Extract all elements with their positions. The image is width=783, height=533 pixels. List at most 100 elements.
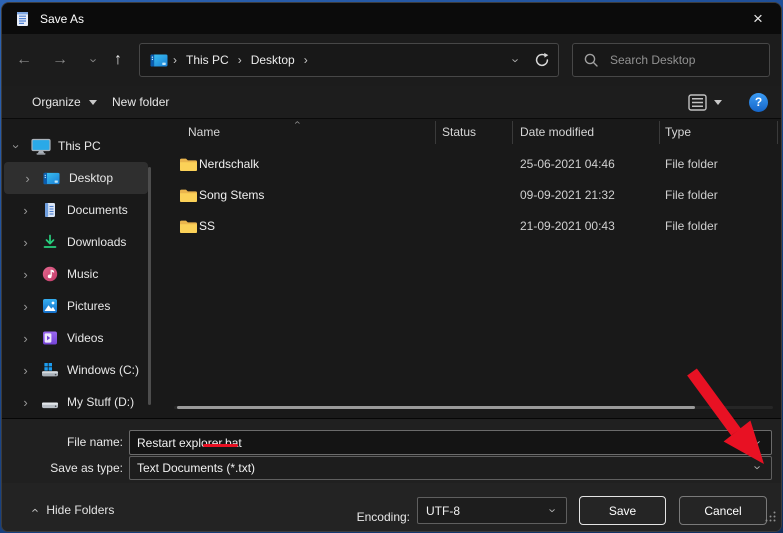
sidebar-item-music[interactable]: › Music bbox=[2, 258, 148, 290]
sidebar-item-label: Desktop bbox=[69, 171, 114, 185]
desktop-background: Save As × ← → › ↑ › This PC › Desktop › bbox=[0, 0, 783, 533]
sidebar-item-downloads[interactable]: › Downloads bbox=[2, 226, 148, 258]
chevron-collapsed-icon[interactable]: › bbox=[19, 331, 32, 346]
chevron-collapsed-icon[interactable]: › bbox=[19, 235, 32, 250]
resize-grip[interactable] bbox=[765, 509, 776, 527]
chevron-down-icon[interactable]: › bbox=[745, 461, 771, 475]
file-row-ss[interactable]: SS 21-09-2021 00:43 File folder bbox=[172, 211, 773, 242]
file-type: File folder bbox=[665, 157, 718, 171]
column-header-status[interactable]: Status bbox=[442, 125, 476, 139]
address-dropdown-icon[interactable]: › bbox=[508, 58, 523, 62]
close-button[interactable]: × bbox=[735, 3, 781, 34]
chevron-down-icon: › bbox=[545, 507, 561, 513]
column-header-type[interactable]: Type bbox=[665, 125, 691, 139]
drive-icon bbox=[39, 394, 60, 410]
file-row-song-stems[interactable]: Song Stems 09-09-2021 21:32 File folder bbox=[172, 180, 773, 211]
sidebar-item-this-pc[interactable]: › This PC bbox=[2, 130, 148, 162]
this-pc-icon bbox=[30, 138, 51, 155]
column-header-name[interactable]: Name bbox=[188, 125, 220, 139]
file-name: SS bbox=[199, 219, 216, 233]
title-bar: Save As × bbox=[2, 3, 781, 34]
organize-button[interactable]: Organize bbox=[32, 86, 97, 118]
chevron-down-icon bbox=[88, 99, 97, 105]
save-as-dialog: Save As × ← → › ↑ › This PC › Desktop › bbox=[1, 2, 782, 532]
sidebar-item-label: My Stuff (D:) bbox=[67, 395, 135, 409]
column-divider[interactable] bbox=[512, 121, 513, 144]
chevron-collapsed-icon[interactable]: › bbox=[19, 395, 32, 410]
sidebar-item-desktop[interactable]: › Desktop bbox=[4, 162, 148, 194]
documents-icon bbox=[39, 202, 60, 218]
videos-icon bbox=[39, 330, 60, 346]
search-input[interactable] bbox=[608, 52, 767, 68]
address-bar[interactable]: › This PC › Desktop › › bbox=[139, 43, 559, 77]
column-header-date-modified[interactable]: Date modified bbox=[520, 125, 594, 139]
save-as-type-value: Text Documents (*.txt) bbox=[137, 461, 256, 475]
refresh-icon[interactable] bbox=[534, 52, 550, 68]
folder-icon bbox=[179, 157, 198, 175]
back-button[interactable]: ← bbox=[10, 45, 38, 75]
notepad-icon bbox=[15, 11, 30, 27]
file-row-nerdschalk[interactable]: Nerdschalk 25-06-2021 04:46 File folder bbox=[172, 149, 773, 180]
chevron-collapsed-icon[interactable]: › bbox=[19, 203, 32, 218]
sidebar-scrollbar[interactable] bbox=[148, 167, 151, 405]
horizontal-scrollbar-thumb[interactable] bbox=[177, 406, 695, 409]
column-headers: › Name Status Date modified Type bbox=[172, 121, 781, 144]
sidebar-item-my-stuff-d[interactable]: › My Stuff (D:) bbox=[2, 386, 148, 418]
up-icon: ↑ bbox=[114, 51, 122, 68]
encoding-dropdown[interactable]: UTF-8 › bbox=[417, 497, 567, 524]
cancel-label: Cancel bbox=[704, 503, 742, 518]
sidebar-item-label: Music bbox=[67, 267, 99, 281]
command-toolbar: Organize New folder ? bbox=[2, 86, 781, 119]
up-button[interactable]: ↑ bbox=[104, 45, 132, 75]
save-button[interactable]: Save bbox=[579, 496, 666, 525]
file-name: Song Stems bbox=[199, 188, 265, 202]
chevron-down-icon[interactable]: › bbox=[745, 436, 771, 450]
file-name-input[interactable] bbox=[130, 434, 745, 451]
desktop-icon bbox=[41, 172, 62, 185]
file-date-modified: 21-09-2021 00:43 bbox=[520, 219, 615, 233]
sidebar-item-label: Documents bbox=[67, 203, 128, 217]
column-divider[interactable] bbox=[777, 121, 778, 144]
main-area: › This PC › Desktop › Documents › Downlo… bbox=[2, 119, 781, 418]
breadcrumb-desktop[interactable]: Desktop bbox=[247, 53, 299, 67]
pictures-icon bbox=[39, 298, 60, 314]
file-name-panel: File name: › Save as type: Text Document… bbox=[2, 418, 781, 483]
chevron-collapsed-icon[interactable]: › bbox=[21, 171, 34, 186]
sort-ascending-icon: › bbox=[291, 120, 304, 125]
sidebar-item-pictures[interactable]: › Pictures bbox=[2, 290, 148, 322]
search-box[interactable] bbox=[572, 43, 770, 77]
close-icon: × bbox=[753, 8, 763, 28]
chevron-collapsed-icon[interactable]: › bbox=[19, 363, 32, 378]
annotation-underline-bat bbox=[203, 444, 238, 447]
column-divider[interactable] bbox=[435, 121, 436, 144]
sidebar-item-videos[interactable]: › Videos bbox=[2, 322, 148, 354]
file-type: File folder bbox=[665, 188, 718, 202]
save-as-type-label: Save as type: bbox=[50, 461, 123, 475]
hide-folders-label: Hide Folders bbox=[46, 503, 115, 517]
new-folder-button[interactable]: New folder bbox=[112, 86, 169, 118]
view-mode-button[interactable] bbox=[688, 86, 707, 118]
sidebar-item-windows-c[interactable]: › Windows (C:) bbox=[2, 354, 148, 386]
view-mode-dropdown[interactable] bbox=[714, 86, 722, 118]
help-button[interactable]: ? bbox=[749, 86, 768, 118]
save-as-type-dropdown[interactable]: Text Documents (*.txt) › bbox=[129, 456, 772, 480]
search-icon bbox=[583, 52, 599, 68]
column-divider[interactable] bbox=[659, 121, 660, 144]
chevron-collapsed-icon[interactable]: › bbox=[19, 267, 32, 282]
breadcrumb-this-pc[interactable]: This PC bbox=[182, 53, 233, 67]
encoding-value: UTF-8 bbox=[426, 503, 460, 518]
cancel-button[interactable]: Cancel bbox=[679, 496, 767, 525]
file-list: › Name Status Date modified Type Nerdsch… bbox=[172, 119, 781, 418]
forward-button[interactable]: → bbox=[46, 45, 74, 75]
file-name-label: File name: bbox=[66, 435, 123, 449]
file-name-combobox[interactable]: › bbox=[129, 430, 772, 455]
sidebar-item-label: This PC bbox=[58, 139, 101, 153]
window-title: Save As bbox=[40, 11, 85, 26]
sidebar-item-label: Videos bbox=[67, 331, 104, 345]
hide-folders-button[interactable]: › Hide Folders bbox=[27, 503, 115, 517]
chevron-expanded-icon[interactable]: › bbox=[9, 140, 24, 153]
sidebar-item-documents[interactable]: › Documents bbox=[2, 194, 148, 226]
breadcrumb-separator-icon: › bbox=[237, 53, 242, 67]
save-label: Save bbox=[608, 503, 637, 518]
chevron-collapsed-icon[interactable]: › bbox=[19, 299, 32, 314]
